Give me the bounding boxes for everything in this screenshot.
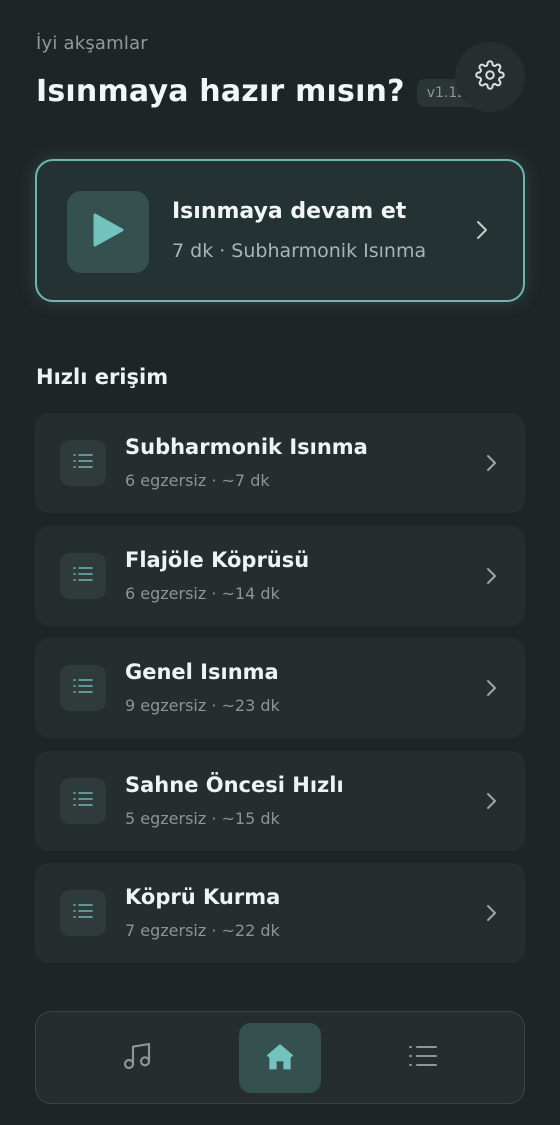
item-title: Sahne Öncesi Hızlı <box>125 772 344 797</box>
section-title-quick-access: Hızlı erişim <box>36 365 169 389</box>
list-icon <box>73 903 93 923</box>
music-note-icon <box>121 1040 153 1076</box>
chevron-right-icon <box>485 791 497 815</box>
list-item[interactable]: Subharmonik Isınma 6 egzersiz · ~7 dk <box>35 413 525 513</box>
continue-warmup-card[interactable]: Isınmaya devam et 7 dk · Subharmonik Isı… <box>35 159 525 302</box>
continue-subtitle: 7 dk · Subharmonik Isınma <box>172 240 427 262</box>
chevron-right-icon <box>475 219 489 245</box>
item-title: Subharmonik Isınma <box>125 435 368 459</box>
list-icon <box>73 566 93 586</box>
continue-title: Isınmaya devam et <box>172 199 407 224</box>
item-icon-tile <box>60 890 106 936</box>
list-icon <box>73 453 93 473</box>
nav-list-button[interactable] <box>382 1023 464 1093</box>
bottom-nav <box>35 1011 525 1104</box>
home-icon <box>264 1041 296 1075</box>
chevron-right-icon <box>485 453 497 477</box>
play-icon <box>91 212 125 252</box>
nav-home-button[interactable] <box>239 1023 321 1093</box>
item-title: Genel Isınma <box>125 660 279 684</box>
chevron-right-icon <box>485 678 497 702</box>
item-meta: 5 egzersiz · ~15 dk <box>125 808 280 828</box>
item-title: Flajöle Köprüsü <box>125 547 310 572</box>
item-title: Köprü Kurma <box>125 885 281 909</box>
list-item[interactable]: Genel Isınma 9 egzersiz · ~23 dk <box>35 638 525 738</box>
list-icon <box>73 678 93 698</box>
title-row: Isınmaya hazır mısın? v1.12.1 <box>36 74 490 109</box>
list-item[interactable]: Sahne Öncesi Hızlı 5 egzersiz · ~15 dk <box>35 750 525 851</box>
page-title: Isınmaya hazır mısın? <box>36 74 405 109</box>
gear-icon <box>475 60 505 94</box>
list-icon <box>73 791 93 811</box>
list-item[interactable]: Köprü Kurma 7 egzersiz · ~22 dk <box>35 863 525 963</box>
nav-music-button[interactable] <box>96 1023 178 1093</box>
item-icon-tile <box>60 777 106 824</box>
list-icon <box>408 1044 438 1072</box>
item-icon-tile <box>60 665 106 711</box>
item-icon-tile <box>60 440 106 486</box>
quick-access-list: Subharmonik Isınma 6 egzersiz · ~7 dk Fl… <box>35 413 525 976</box>
chevron-right-icon <box>485 903 497 927</box>
item-meta: 9 egzersiz · ~23 dk <box>125 696 280 715</box>
item-meta: 6 egzersiz · ~7 dk <box>125 471 270 490</box>
list-item[interactable]: Flajöle Köprüsü 6 egzersiz · ~14 dk <box>35 525 525 626</box>
settings-button[interactable] <box>455 42 525 112</box>
item-meta: 7 egzersiz · ~22 dk <box>125 921 280 940</box>
item-icon-tile <box>60 552 106 599</box>
play-tile <box>67 191 149 273</box>
chevron-right-icon <box>485 566 497 590</box>
item-meta: 6 egzersiz · ~14 dk <box>125 583 280 603</box>
greeting: İyi akşamlar <box>36 33 148 54</box>
